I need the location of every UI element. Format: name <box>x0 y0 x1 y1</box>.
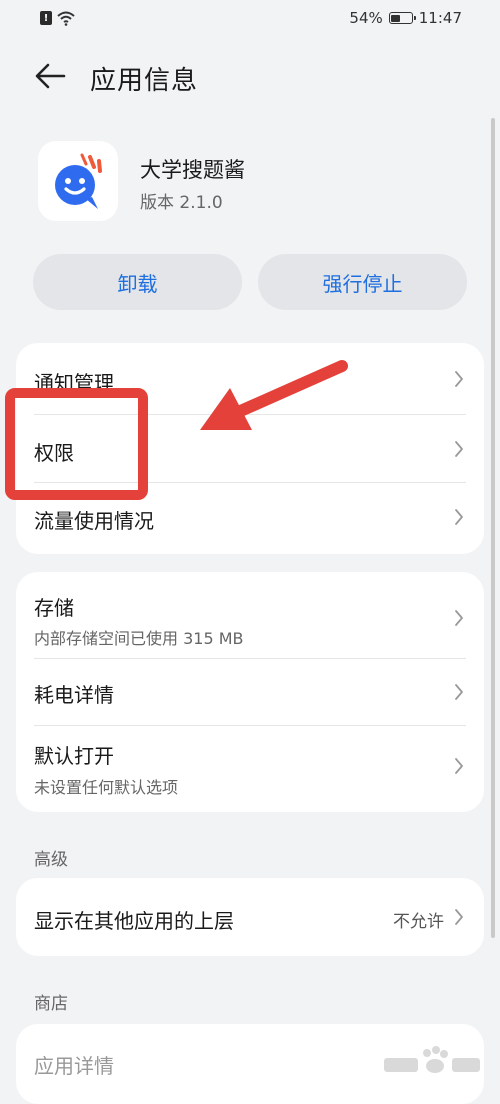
chevron-right-icon <box>455 610 463 626</box>
battery-percent: 54% <box>349 9 383 27</box>
row-battery-details-label: 耗电详情 <box>34 683 114 707</box>
chevron-right-icon <box>455 509 463 525</box>
chevron-right-icon <box>455 441 463 457</box>
status-right: 54% 11:47 <box>349 9 462 27</box>
wifi-icon <box>57 11 75 26</box>
battery-fill <box>391 14 401 22</box>
highlight-box-annotation <box>5 388 148 500</box>
row-default-open[interactable]: 默认打开 未设置任何默认选项 <box>16 726 484 812</box>
chevron-right-icon <box>455 371 463 387</box>
app-logo <box>38 141 118 221</box>
back-arrow-icon[interactable] <box>34 62 66 90</box>
app-logo-icon <box>55 153 102 209</box>
row-overlay-value: 不允许 <box>393 912 444 932</box>
page-title: 应用信息 <box>90 66 199 96</box>
app-version: 版本 2.1.0 <box>140 193 223 213</box>
scrollbar[interactable] <box>491 118 495 938</box>
row-battery-details[interactable]: 耗电详情 <box>16 659 484 725</box>
baidu-watermark-icon <box>384 1046 480 1073</box>
status-bar: ! 54% 11:47 <box>0 0 500 38</box>
section-label-store: 商店 <box>34 994 68 1014</box>
battery-icon <box>388 12 416 24</box>
force-stop-button[interactable]: 强行停止 <box>258 254 467 310</box>
settings-card-advanced: 显示在其他应用的上层 不允许 <box>16 878 484 956</box>
row-default-open-label: 默认打开 <box>34 744 114 768</box>
chevron-right-icon <box>455 758 463 774</box>
chevron-right-icon <box>455 909 463 925</box>
row-storage-subtitle: 内部存储空间已使用 315 MB <box>34 629 244 648</box>
uninstall-button[interactable]: 卸载 <box>33 254 242 310</box>
row-overlay-label: 显示在其他应用的上层 <box>34 909 234 933</box>
clock: 11:47 <box>418 9 462 27</box>
arrow-annotation-icon <box>200 360 348 430</box>
row-default-open-subtitle: 未设置任何默认选项 <box>34 778 179 797</box>
row-storage-label: 存储 <box>34 596 74 620</box>
status-left: ! <box>40 10 76 26</box>
header: 应用信息 <box>0 52 500 102</box>
sim-alert-icon: ! <box>40 11 52 25</box>
section-label-advanced: 高级 <box>34 850 68 870</box>
row-overlay[interactable]: 显示在其他应用的上层 不允许 <box>16 878 484 956</box>
row-storage[interactable]: 存储 内部存储空间已使用 315 MB <box>16 572 484 658</box>
row-app-details-label: 应用详情 <box>34 1054 114 1078</box>
row-data-usage-label: 流量使用情况 <box>34 509 154 533</box>
chevron-right-icon <box>455 684 463 700</box>
app-name: 大学搜题酱 <box>140 158 245 182</box>
settings-card-2: 存储 内部存储空间已使用 315 MB 耗电详情 默认打开 未设置任何默认选项 <box>16 572 484 812</box>
